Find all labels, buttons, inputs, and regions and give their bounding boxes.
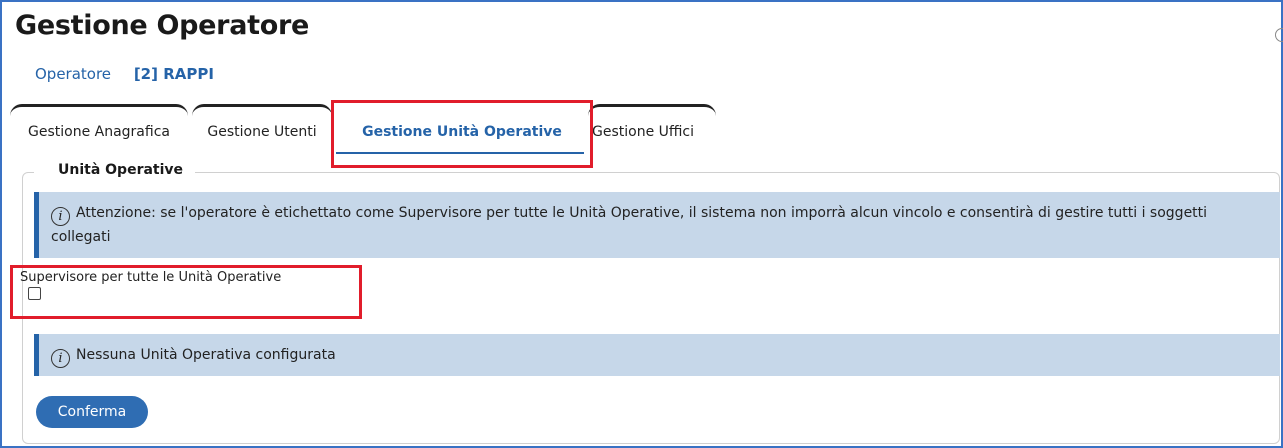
tab-gestione-utenti[interactable]: Gestione Utenti	[192, 104, 332, 156]
supervisor-warning-alert: i Attenzione: se l'operatore è etichettat…	[34, 192, 1280, 258]
tab-label: Gestione Utenti	[207, 124, 317, 140]
alert-text: Nessuna Unità Operativa configurata	[76, 347, 336, 363]
info-icon: i	[51, 349, 70, 368]
confirm-button[interactable]: Conferma	[36, 396, 148, 428]
breadcrumb-operator-code: [2] RAPPI	[133, 65, 214, 83]
info-icon: i	[51, 207, 70, 226]
tab-gestione-anagrafica[interactable]: Gestione Anagrafica	[10, 104, 188, 156]
page-title: Gestione Operatore	[15, 10, 309, 41]
fieldset-legend: Unità Operative	[34, 162, 196, 178]
breadcrumb: Operatore [2] RAPPI	[35, 65, 214, 83]
tab-label: Gestione Uffici	[592, 124, 695, 140]
tab-gestione-uffici[interactable]: Gestione Uffici	[588, 104, 716, 156]
highlight-box-tab	[331, 100, 593, 168]
alert-text: Attenzione: se l'operatore è etichettato…	[51, 205, 1208, 245]
breadcrumb-section[interactable]: Operatore	[35, 65, 111, 83]
help-icon[interactable]	[1275, 28, 1283, 42]
empty-state-alert: i Nessuna Unità Operativa configurata	[34, 334, 1280, 376]
highlight-box-checkbox	[10, 265, 362, 319]
tab-label: Gestione Anagrafica	[28, 124, 170, 140]
